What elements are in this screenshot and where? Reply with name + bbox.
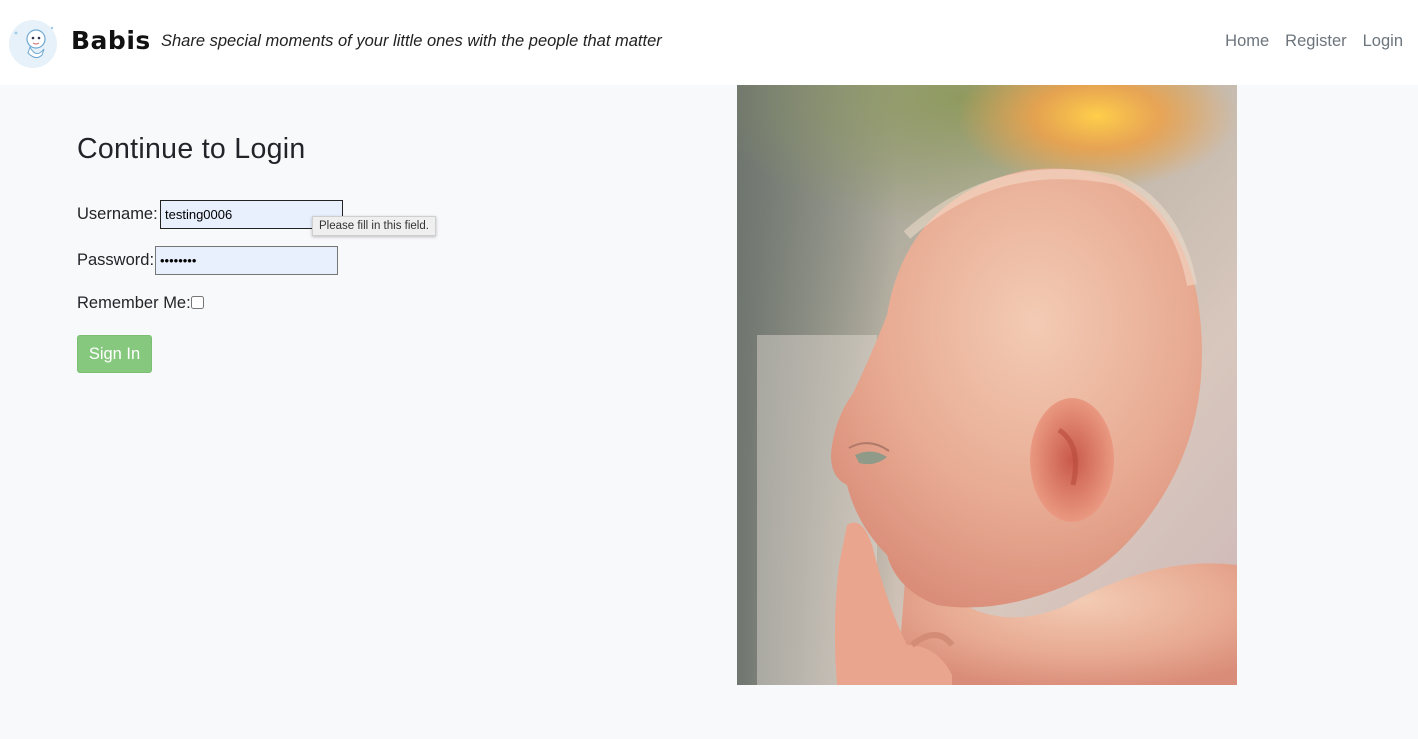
- sign-in-button[interactable]: Sign In: [77, 335, 152, 373]
- password-input[interactable]: [155, 246, 338, 275]
- tagline: Share special moments of your little one…: [161, 32, 662, 50]
- baby-profile-photo: [737, 85, 1237, 685]
- remember-me-checkbox[interactable]: [191, 296, 204, 309]
- nav-link-login[interactable]: Login: [1363, 32, 1403, 51]
- main-nav: Home Register Login: [1225, 32, 1403, 51]
- baby-moon-logo-icon[interactable]: [6, 19, 60, 69]
- username-label: Username:: [77, 205, 158, 223]
- remember-me-label: Remember Me:: [77, 294, 191, 312]
- page-title: Continue to Login: [77, 133, 306, 165]
- nav-link-register[interactable]: Register: [1285, 32, 1346, 51]
- validation-tooltip: Please fill in this field.: [312, 216, 436, 236]
- baby-photo-illustration: [737, 85, 1237, 685]
- password-label: Password:: [77, 251, 155, 269]
- navbar: Babis Share special moments of your litt…: [0, 0, 1418, 85]
- nav-link-home[interactable]: Home: [1225, 32, 1269, 51]
- brand-name[interactable]: Babis: [71, 26, 151, 55]
